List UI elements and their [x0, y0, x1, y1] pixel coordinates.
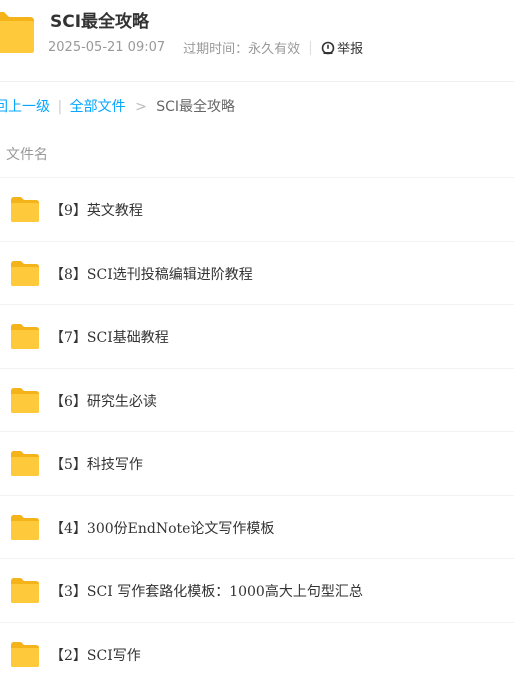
- file-list-header: 文件名: [0, 126, 514, 178]
- folder-icon: [11, 514, 39, 540]
- file-name: 【7】SCI基础教程: [50, 330, 169, 346]
- file-list: 【9】英文教程 【8】SCI选刊投稿编辑进阶教程 【7】SCI基础教程 【6】研…: [0, 178, 514, 675]
- report-button[interactable]: 举报: [321, 38, 363, 57]
- folder-icon: [11, 451, 39, 476]
- share-meta: 2025-05-21 09:07 过期时间：永久有效 举报: [48, 38, 363, 57]
- back-link[interactable]: 回上一级: [0, 99, 50, 115]
- list-item[interactable]: 【4】300份EndNote论文写作模板: [0, 496, 514, 559]
- report-label: 举报: [337, 42, 364, 57]
- column-header-name[interactable]: 文件名: [6, 144, 48, 164]
- folder-icon: [11, 197, 39, 222]
- breadcrumb-divider: |: [57, 99, 63, 115]
- breadcrumb-current: SCI最全攻略: [156, 99, 236, 115]
- list-item[interactable]: 【6】研究生必读: [0, 369, 514, 432]
- list-item[interactable]: 【7】SCI基础教程: [0, 305, 514, 369]
- all-files-link[interactable]: 全部文件: [70, 99, 126, 115]
- breadcrumb: 回上一级 | 全部文件 > SCI最全攻略: [0, 96, 235, 116]
- folder-icon: [11, 578, 39, 603]
- file-name: 【4】300份EndNote论文写作模板: [50, 520, 275, 537]
- meta-divider: [310, 40, 312, 55]
- list-item[interactable]: 【3】SCI 写作套路化模板：1000高大上句型汇总: [0, 559, 514, 623]
- report-icon: [321, 41, 335, 54]
- file-name: 【6】研究生必读: [50, 393, 157, 410]
- list-item[interactable]: 【5】科技写作: [0, 432, 514, 496]
- folder-icon: [11, 260, 39, 286]
- file-name: 【3】SCI 写作套路化模板：1000高大上句型汇总: [50, 584, 363, 600]
- folder-icon: [11, 387, 39, 413]
- list-item[interactable]: 【2】SCI写作: [0, 623, 514, 675]
- folder-icon: [11, 324, 39, 349]
- list-item[interactable]: 【9】英文教程: [0, 178, 514, 242]
- share-header: SCI最全攻略 2025-05-21 09:07 过期时间：永久有效 举报: [0, 0, 514, 82]
- file-name: 【9】英文教程: [50, 203, 143, 219]
- breadcrumb-arrow: >: [135, 99, 147, 115]
- expire-time: 过期时间：永久有效: [183, 42, 301, 57]
- folder-icon: [0, 12, 34, 53]
- folder-icon: [11, 641, 39, 667]
- file-name: 【8】SCI选刊投稿编辑进阶教程: [50, 266, 253, 283]
- list-item[interactable]: 【8】SCI选刊投稿编辑进阶教程: [0, 242, 514, 305]
- share-date: 2025-05-21 09:07: [48, 40, 166, 55]
- file-name: 【5】科技写作: [50, 457, 143, 473]
- file-name: 【2】SCI写作: [50, 647, 141, 664]
- share-title: SCI最全攻略: [50, 12, 150, 32]
